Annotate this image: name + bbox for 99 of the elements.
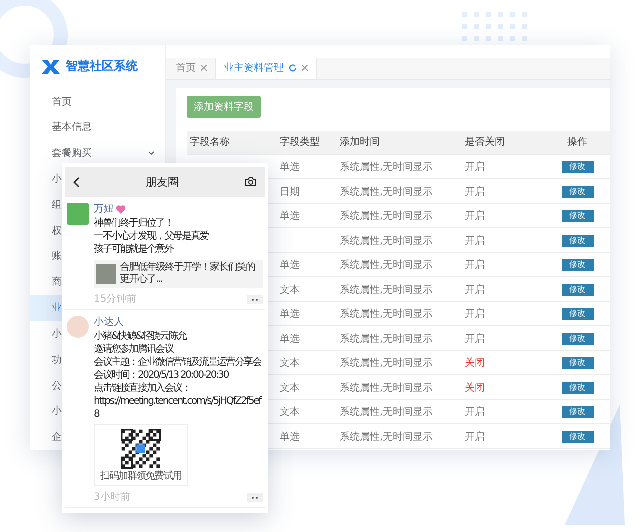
column-header: 字段类型 <box>280 136 321 149</box>
table-cell-text: 系统属性,无时间显示 <box>340 284 434 296</box>
author-name[interactable]: 小达人 <box>94 316 124 329</box>
table-cell-text: 单选 <box>280 430 301 444</box>
status-text: 开启 <box>465 210 486 223</box>
edit-button[interactable]: 修改 <box>562 186 594 198</box>
table-cell-text: 系统属性,无时间显示 <box>340 356 434 370</box>
more-button[interactable] <box>247 493 263 502</box>
sidebar-item[interactable]: 账 <box>30 244 62 270</box>
edit-button[interactable]: 修改 <box>562 382 594 394</box>
status-text: 开启 <box>465 284 486 296</box>
table-cell-text: 系统属性,无时间显示 <box>340 186 434 198</box>
status-text: 关闭 <box>465 356 486 370</box>
table-cell-text: 系统属性,无时间显示 <box>340 234 434 248</box>
refresh-icon <box>289 64 297 72</box>
table-cell-text: 系统属性,无时间显示 <box>340 406 434 419</box>
post-text: 邀请您参加腾讯会议 <box>94 343 175 356</box>
edit-button[interactable]: 修改 <box>562 284 594 296</box>
sidebar-item[interactable]: 商 <box>30 269 62 296</box>
post-time: 15分钟前 <box>94 293 137 306</box>
sidebar-item[interactable]: 首页 <box>30 88 165 114</box>
edit-button[interactable]: 修改 <box>562 234 594 246</box>
sidebar-item[interactable]: 小 <box>30 320 62 347</box>
column-header: 字段名称 <box>190 136 231 149</box>
link-title: 合肥低年级终于开学！家长们笑的更开心了... <box>120 262 256 286</box>
status-text: 开启 <box>465 308 486 321</box>
status-text: 关闭 <box>465 382 486 394</box>
table-cell-text: 单选 <box>280 332 301 346</box>
table-cell-text: 文本 <box>280 284 301 296</box>
sidebar-item[interactable]: 企 <box>30 424 62 450</box>
column-header: 添加时间 <box>340 136 381 149</box>
table-cell-text: 文本 <box>280 356 301 370</box>
post-text: 神兽们终于归位了！ <box>94 217 174 230</box>
edit-button[interactable]: 修改 <box>562 210 594 222</box>
edit-button[interactable]: 修改 <box>562 259 594 271</box>
table-cell-text: 文本 <box>280 382 301 394</box>
edit-button[interactable]: 修改 <box>562 406 594 418</box>
camera-icon[interactable] <box>245 177 257 187</box>
tab[interactable]: 业主资料管理 <box>216 58 317 78</box>
edit-button[interactable]: 修改 <box>562 332 594 344</box>
chevron-down-icon <box>148 150 155 156</box>
sidebar-item[interactable]: 公 <box>30 372 62 398</box>
author-name[interactable]: 万妞 <box>94 203 114 216</box>
avatar-circle <box>67 316 89 338</box>
status-text: 开启 <box>465 332 486 346</box>
sidebar-item[interactable]: 小 <box>30 398 62 424</box>
post-text: https://meeting.tencent.com/s/5jHQfZ2f5ef8 <box>94 395 263 421</box>
phone-title: 朋友圈 <box>146 174 179 190</box>
post-text: 点击链接直接加入会议： <box>94 382 192 395</box>
table-cell-text: 系统属性,无时间显示 <box>340 160 434 174</box>
sidebar-item[interactable]: 套餐购买 <box>30 140 165 166</box>
post-text: 孩子可能就是个意外 <box>94 243 175 256</box>
link-card[interactable]: 合肥低年级终于开学！家长们笑的更开心了... <box>94 260 263 288</box>
table-cell-text: 单选 <box>280 258 301 272</box>
close-icon[interactable] <box>201 65 207 72</box>
status-text: 开启 <box>465 234 486 248</box>
avatar-image <box>67 203 89 225</box>
status-text: 开启 <box>465 186 486 198</box>
qr-caption: 扫码加群领免费试用 <box>100 470 182 483</box>
post-text: 会议主题：企业微信营销及流量运营分享会 <box>94 356 263 369</box>
edit-button[interactable]: 修改 <box>562 357 594 369</box>
sidebar-item[interactable]: 权 <box>30 218 62 244</box>
edit-button[interactable]: 修改 <box>562 161 594 173</box>
app-title: 智慧社区系统 <box>66 58 138 76</box>
table-cell-text: 单选 <box>280 308 301 321</box>
post-time: 3小时前 <box>94 491 130 504</box>
qr-code-icon <box>121 429 161 469</box>
sidebar-item[interactable]: 小 <box>30 166 62 192</box>
sidebar-item[interactable]: 业 <box>30 295 62 321</box>
table-cell-text: 单选 <box>280 160 301 174</box>
table-cell-text: 系统属性,无时间显示 <box>340 308 434 321</box>
post-text: 一不小心才发现，父母是真爱 <box>94 230 210 243</box>
post-text: 会议时间：2020/5/13 20:00-20:30 <box>94 369 230 382</box>
status-text: 开启 <box>465 430 486 444</box>
column-header: 操作 <box>566 136 588 149</box>
sidebar-item[interactable]: 功 <box>30 346 62 373</box>
status-text: 开启 <box>465 406 486 419</box>
table-cell-text: 日期 <box>280 186 301 198</box>
table-cell-text: 系统属性,无时间显示 <box>340 382 434 394</box>
photo-placeholder <box>96 264 116 284</box>
more-button[interactable] <box>247 295 263 304</box>
close-icon[interactable] <box>302 65 308 72</box>
table-cell-text: 系统属性,无时间显示 <box>340 430 434 444</box>
table-cell-text: 系统属性,无时间显示 <box>340 210 434 223</box>
edit-button[interactable]: 修改 <box>562 430 594 442</box>
table-cell-text: 系统属性,无时间显示 <box>340 332 434 346</box>
back-icon[interactable] <box>73 176 80 188</box>
logo-icon <box>42 60 60 74</box>
sidebar-item[interactable]: 基本信息 <box>30 114 165 140</box>
status-text: 开启 <box>465 160 486 174</box>
status-text: 开启 <box>465 258 486 272</box>
table-cell-text: 单选 <box>280 210 301 223</box>
edit-button[interactable]: 修改 <box>562 308 594 320</box>
table-cell-text: 文本 <box>280 406 301 419</box>
heart-icon <box>116 205 126 214</box>
table-cell-text: 系统属性,无时间显示 <box>340 258 434 272</box>
post-text: 小猪&快鲸&轻骁云陈允 <box>94 330 188 343</box>
sidebar-item[interactable]: 组 <box>30 192 62 218</box>
column-header: 是否关闭 <box>465 136 506 149</box>
